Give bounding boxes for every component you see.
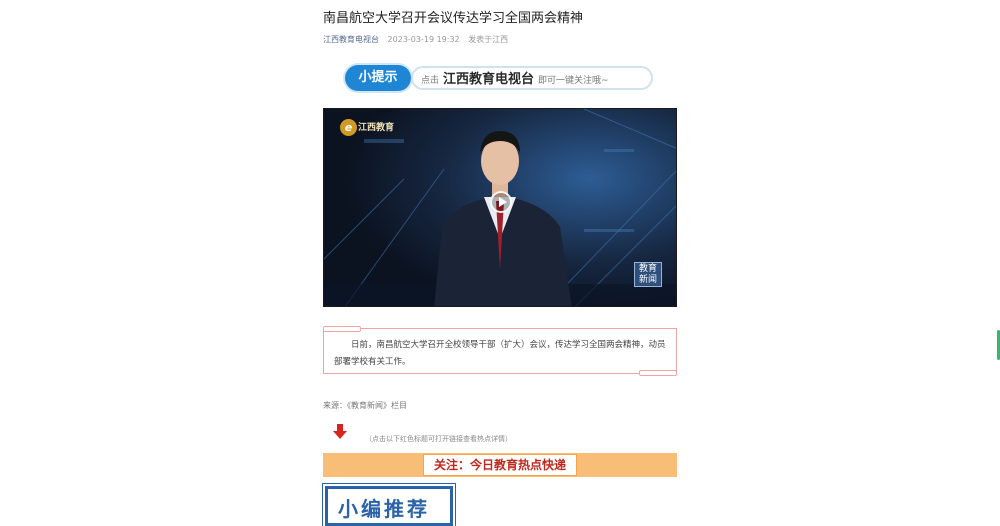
channel-logo: e 江西教育 [340, 119, 394, 136]
hot-topics-bar: 关注：今日教育热点快递 [323, 453, 677, 477]
channel-logo-text: 江西教育 [358, 123, 395, 133]
news-badge-line1: 教育 [638, 264, 657, 274]
summary-text: 日前，南昌航空大学召开全校领导干部（扩大）会议，传达学习全国两会精神，动员部署学… [334, 340, 666, 367]
news-badge-line2: 新闻 [638, 275, 657, 285]
summary-corner-decoration [323, 326, 361, 332]
summary-corner-decoration [639, 370, 677, 376]
tip-brand: 江西教育电视台 [443, 72, 535, 87]
tip-pill: 点击 江西教育电视台 即可一键关注哦~ [411, 66, 653, 90]
tip-prefix: 点击 [421, 76, 440, 86]
follow-tip-banner[interactable]: 小提示 点击 江西教育电视台 即可一键关注哦~ [345, 64, 657, 94]
editor-recommend-box: 小编推荐 [325, 486, 453, 526]
play-icon[interactable] [490, 191, 512, 213]
hot-topics-label[interactable]: 关注：今日教育热点快递 [423, 454, 577, 476]
channel-e-icon: e [340, 119, 357, 136]
tip-suffix: 即可一键关注哦~ [538, 76, 609, 86]
account-link[interactable]: 江西教育电视台 [323, 35, 379, 44]
publish-datetime: 2023-03-19 19:32 [387, 35, 460, 44]
article-title: 南昌航空大学召开会议传达学习全国两会精神 [323, 11, 584, 26]
tip-badge: 小提示 [345, 65, 411, 91]
news-badge: 教育 新闻 [634, 262, 662, 287]
video-player[interactable]: e 江西教育 教育 新闻 [323, 108, 677, 307]
article-meta: 江西教育电视台 2023-03-19 19:32 发表于江西 [323, 34, 508, 45]
red-arrow-down-icon [333, 424, 347, 439]
publish-location: 发表于江西 [468, 35, 509, 44]
source-text: 来源：《教育新闻》栏目 [323, 401, 407, 410]
editor-recommend-label: 小编推荐 [338, 497, 430, 521]
summary-box: 日前，南昌航空大学召开全校领导干部（扩大）会议，传达学习全国两会精神，动员部署学… [323, 326, 677, 376]
hint-text: （点击以下红色标题可打开链接查看热点详情） [365, 435, 512, 443]
